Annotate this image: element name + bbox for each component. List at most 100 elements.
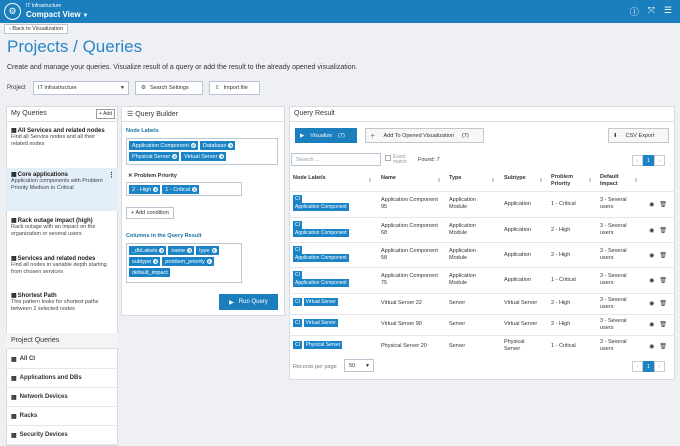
- sort-icon[interactable]: ⇕: [634, 178, 638, 184]
- remove-tag-icon[interactable]: ✕: [228, 143, 234, 148]
- col-header[interactable]: Name: [381, 175, 396, 182]
- add-to-visualization-button[interactable]: ＋ Add To Opened Visualization (7): [365, 128, 484, 143]
- view-icon[interactable]: ◉: [649, 201, 654, 208]
- exact-match-checkbox[interactable]: Exact match: [385, 155, 411, 165]
- query-desc: Application components with Problem Prio…: [11, 178, 103, 191]
- remove-tag-icon[interactable]: ✕: [159, 248, 165, 253]
- cell-subtype: Virtual Server: [504, 321, 538, 327]
- query-item[interactable]: ▦Rack outage impact (high) Rack outage w…: [6, 214, 118, 241]
- add-condition-button[interactable]: + Add condition: [126, 207, 174, 219]
- remove-tag-icon[interactable]: ✕: [172, 154, 178, 159]
- cell-name: Application Component 75: [381, 273, 438, 286]
- query-item[interactable]: ▦All Services and related nodes Find all…: [6, 124, 118, 151]
- remove-tag-icon[interactable]: ✕: [192, 187, 198, 192]
- sort-icon[interactable]: ⇕: [437, 178, 441, 184]
- node-label-tag: Physical Server ✕: [129, 152, 180, 161]
- records-per-page-select[interactable]: 50 ▼: [344, 359, 374, 372]
- view-icon[interactable]: ◉: [649, 300, 654, 307]
- cell-name: Application Component 95: [381, 197, 438, 210]
- col-header[interactable]: Subtype: [504, 175, 526, 182]
- label-tag: CI: [293, 298, 302, 306]
- remove-tag-icon[interactable]: ✕: [190, 143, 196, 148]
- query-desc: Find all nodes in variable depth startin…: [11, 262, 107, 275]
- prev-page-icon[interactable]: ‹: [632, 155, 643, 166]
- table-row[interactable]: CI Application Component Application Comp…: [289, 267, 675, 293]
- label-tag: Application Component: [293, 254, 349, 262]
- menu-icon[interactable]: ☰: [664, 5, 672, 18]
- prev-page-icon[interactable]: ‹: [632, 361, 643, 372]
- remove-tag-icon[interactable]: ✕: [206, 259, 212, 264]
- view-icon[interactable]: ◉: [649, 277, 654, 284]
- current-page[interactable]: 1: [643, 361, 654, 372]
- table-icon: ▦: [11, 432, 17, 439]
- col-header[interactable]: Type: [449, 175, 461, 182]
- table-icon: ▦: [11, 356, 17, 363]
- sort-icon[interactable]: ⇕: [491, 178, 495, 184]
- app-title-text: Compact View: [26, 10, 81, 19]
- play-icon: ▶: [300, 132, 305, 139]
- trash-icon[interactable]: 🗑: [659, 201, 667, 208]
- visualize-button[interactable]: ▶ Visualize (7): [295, 128, 357, 143]
- info-icon[interactable]: ⓘ: [630, 5, 639, 18]
- project-query-item[interactable]: ▦ Network Devices: [6, 388, 118, 407]
- csv-export-button[interactable]: ⬇ CSV Export: [608, 128, 669, 143]
- back-to-visualization-button[interactable]: ‹ Back to Visualization: [4, 24, 69, 34]
- next-page-icon[interactable]: ›: [654, 155, 665, 166]
- query-item-active[interactable]: ▦Core applications Application component…: [6, 168, 118, 211]
- expand-icon[interactable]: ⤧: [648, 5, 655, 18]
- add-query-button[interactable]: + Add: [96, 109, 115, 119]
- tag-label: subtype: [132, 258, 152, 265]
- priority-tag: 2 - High ✕: [129, 185, 161, 194]
- table-row[interactable]: CI Physical Server Physical Server 20 Se…: [289, 335, 675, 357]
- sort-icon[interactable]: ⇕: [368, 178, 372, 184]
- project-query-item[interactable]: ▦ Security Devices: [6, 426, 118, 445]
- trash-icon[interactable]: 🗑: [659, 343, 667, 350]
- trash-icon[interactable]: 🗑: [659, 277, 667, 284]
- trash-icon[interactable]: 🗑: [659, 321, 667, 328]
- cell-priority: 2 - High: [551, 321, 571, 327]
- sort-icon[interactable]: ⇕: [539, 178, 543, 184]
- trash-icon[interactable]: 🗑: [659, 227, 667, 234]
- table-row[interactable]: CI Application Component Application Comp…: [289, 217, 675, 242]
- trash-icon[interactable]: 🗑: [659, 252, 667, 259]
- table-icon: ▦: [11, 375, 17, 382]
- view-icon[interactable]: ◉: [649, 252, 654, 259]
- run-query-button[interactable]: ▶ Run Query: [219, 294, 278, 310]
- app-logo-icon[interactable]: ⚙: [4, 3, 21, 20]
- project-label: Project: [7, 85, 26, 91]
- sort-icon[interactable]: ⇕: [588, 178, 592, 184]
- current-page[interactable]: 1: [643, 155, 654, 166]
- cell-name: Application Component 68: [381, 223, 438, 236]
- search-settings-button[interactable]: ⚙ Search Settings: [135, 81, 203, 95]
- view-icon[interactable]: ◉: [649, 343, 654, 350]
- remove-tag-icon[interactable]: ✕: [153, 259, 159, 264]
- remove-tag-icon[interactable]: ✕: [187, 248, 193, 253]
- trash-icon[interactable]: 🗑: [659, 300, 667, 307]
- tag-label: Virtual Server: [184, 153, 218, 160]
- next-page-icon[interactable]: ›: [654, 361, 665, 372]
- table-row[interactable]: CI Virtual Server Virtual Server 22 Serv…: [289, 293, 675, 314]
- table-row[interactable]: CI Virtual Server Virtual Server 90 Serv…: [289, 314, 675, 335]
- project-query-item[interactable]: ▦ Applications and DBs: [6, 369, 118, 388]
- remove-tag-icon[interactable]: ✕: [153, 187, 159, 192]
- cell-type: Server: [449, 321, 466, 327]
- remove-tag-icon[interactable]: ✕: [211, 248, 217, 253]
- project-query-item[interactable]: ▦ Racks: [6, 407, 118, 426]
- cell-subtype: Application: [504, 277, 531, 283]
- query-item[interactable]: ▦Services and related nodes Find all nod…: [6, 252, 118, 279]
- app-title-dropdown[interactable]: Compact View ▼: [26, 10, 89, 19]
- col-header[interactable]: Problem Priority: [551, 174, 587, 188]
- project-select[interactable]: IT Infrastructure ▼: [33, 81, 129, 95]
- view-icon[interactable]: ◉: [649, 321, 654, 328]
- query-item[interactable]: ▦Shortest Path This pattern looks for sh…: [6, 289, 118, 316]
- view-icon[interactable]: ◉: [649, 227, 654, 234]
- import-file-button[interactable]: ⇪ Import file: [209, 81, 260, 95]
- col-header[interactable]: Default Impact: [600, 174, 632, 188]
- result-search-input[interactable]: Search ...: [291, 153, 381, 166]
- remove-tag-icon[interactable]: ✕: [219, 154, 225, 159]
- col-header[interactable]: Node Labels: [293, 175, 326, 182]
- project-query-item[interactable]: ▦ All CI: [6, 350, 118, 369]
- table-row[interactable]: CI Application Component Application Comp…: [289, 191, 675, 217]
- more-options-icon[interactable]: ⋮: [108, 171, 115, 179]
- table-row[interactable]: CI Application Component Application Comp…: [289, 242, 675, 267]
